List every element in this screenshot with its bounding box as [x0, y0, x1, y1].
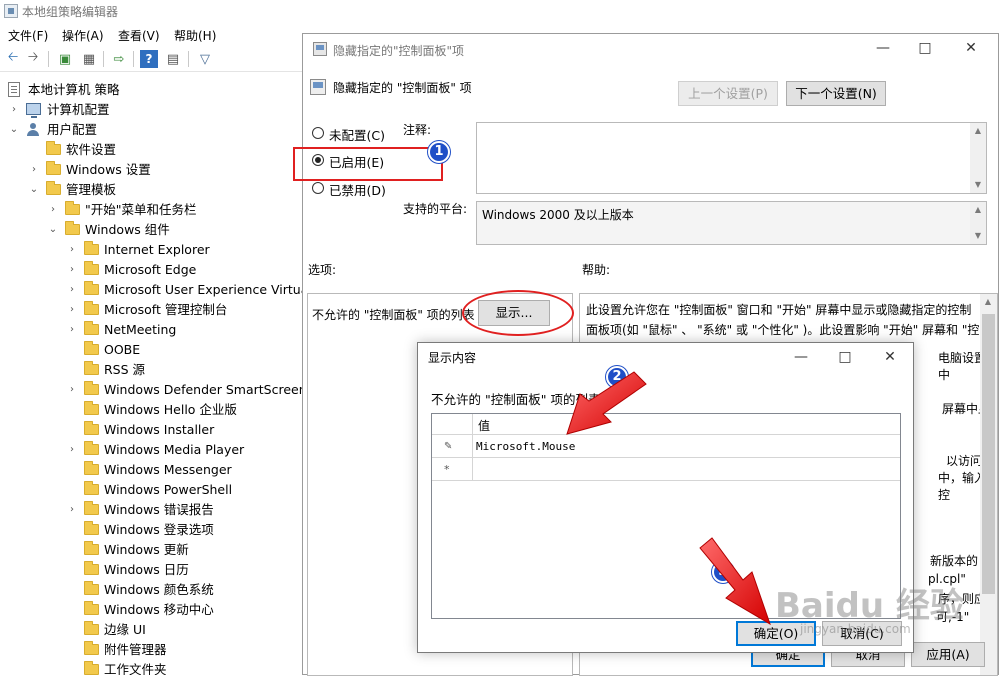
baidu-watermark-url: jingyan.baidu.com [800, 622, 911, 636]
red-arrow-step2 [566, 371, 647, 435]
baidu-watermark: Baidu 经验 [775, 586, 964, 626]
red-arrow-step3 [699, 537, 771, 626]
annotation-arrows [566, 371, 771, 626]
